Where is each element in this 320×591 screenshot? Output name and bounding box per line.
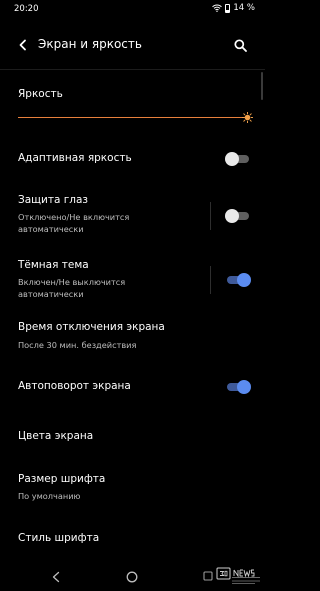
brightness-label: Яркость: [18, 88, 63, 100]
brightness-slider[interactable]: [18, 117, 246, 119]
circle-home-icon[interactable]: [126, 571, 138, 583]
auto-rotate-row[interactable]: Автоповорот экрана: [0, 370, 265, 406]
divider: [210, 266, 211, 294]
screen-timeout-value: После 30 мин. бездействия: [18, 340, 137, 350]
battery-percent: 14 %: [233, 3, 255, 13]
brightness-slider-thumb-icon[interactable]: [242, 112, 253, 123]
search-icon: [233, 38, 247, 52]
adaptive-brightness-row[interactable]: Адаптивная яркость: [0, 140, 265, 178]
dark-theme-label: Тёмная тема: [18, 259, 89, 271]
dark-theme-row[interactable]: Тёмная тема Включен/Не выключится автома…: [0, 256, 265, 306]
header-divider: [0, 69, 265, 70]
wifi-icon: [212, 4, 223, 12]
auto-rotate-toggle[interactable]: [225, 380, 251, 394]
font-size-label: Размер шрифта: [18, 473, 106, 485]
font-style-label: Стиль шрифта: [18, 532, 100, 544]
app-bar: Экран и яркость: [0, 30, 265, 62]
arrow-left-icon: [19, 39, 26, 51]
eye-protection-label: Защита глаз: [18, 194, 89, 206]
dark-theme-status-line2: автоматически: [18, 289, 84, 299]
3dnews-logo-watermark: [216, 567, 260, 584]
font-size-value: По умолчанию: [18, 491, 81, 501]
eye-protection-status-line1: Отключено/Не включится: [18, 212, 130, 222]
screen-timeout-row[interactable]: Время отключения экрана После 30 мин. бе…: [0, 318, 265, 358]
font-size-row[interactable]: Размер шрифта По умолчанию: [0, 468, 265, 510]
screen-colors-row[interactable]: Цвета экрана: [0, 420, 265, 454]
eye-protection-toggle[interactable]: [225, 209, 251, 223]
battery-icon: [225, 3, 231, 13]
dark-theme-toggle[interactable]: [225, 273, 251, 287]
scrollbar[interactable]: [261, 72, 263, 100]
search-button[interactable]: [231, 36, 249, 54]
page-title: Экран и яркость: [38, 37, 142, 51]
screen-colors-label: Цвета экрана: [18, 430, 94, 442]
back-button[interactable]: [14, 36, 32, 54]
eye-protection-status-line2: автоматически: [18, 224, 84, 234]
divider: [210, 202, 211, 230]
adaptive-brightness-toggle[interactable]: [225, 152, 251, 166]
eye-protection-row[interactable]: Защита глаз Отключено/Не включится автом…: [0, 190, 265, 240]
square-recent-icon[interactable]: [203, 571, 213, 581]
auto-rotate-label: Автоповорот экрана: [18, 380, 131, 392]
status-time: 20:20: [14, 4, 39, 14]
font-style-row[interactable]: Стиль шрифта: [0, 524, 265, 556]
dark-theme-status-line1: Включен/Не выключится: [18, 277, 126, 287]
status-icons: 14 %: [212, 3, 255, 13]
adaptive-brightness-label: Адаптивная яркость: [18, 152, 132, 164]
triangle-back-icon[interactable]: [51, 571, 61, 583]
screen-timeout-label: Время отключения экрана: [18, 321, 165, 333]
